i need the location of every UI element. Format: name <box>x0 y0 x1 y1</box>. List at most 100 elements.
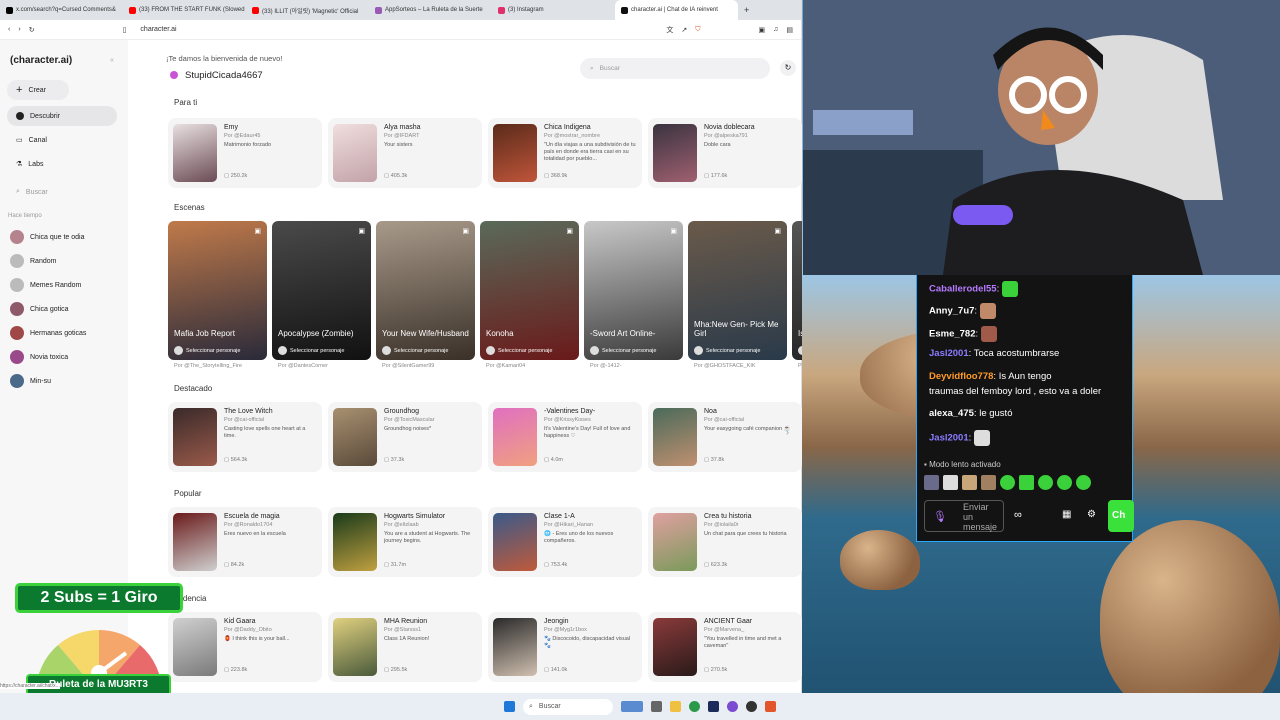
character-card[interactable]: -Valentines Day- Por @KrissyKisses It's Va… <box>488 402 642 472</box>
channel-points-icon[interactable]: ∞ <box>1014 509 1022 521</box>
chrome-icon[interactable] <box>689 701 700 712</box>
obs-icon[interactable] <box>746 701 757 712</box>
browser-tab[interactable]: (3) Instagram <box>492 0 615 20</box>
sidebar-item-channel[interactable]: ▭ Canal <box>7 130 117 150</box>
character-card[interactable]: ANCIENT Gaar Por @Marvena_ "You travelled … <box>648 612 802 682</box>
taskbar-search[interactable]: ⌕ Buscar <box>523 698 613 715</box>
chat-username[interactable]: Anny_7u7 <box>929 306 974 317</box>
photoshop-icon[interactable] <box>708 701 719 712</box>
character-card[interactable]: Emy Por @Edaur45 Matrimonio forzado ▢ 250.2… <box>168 118 322 188</box>
character-card[interactable]: Escuela de magia Por @Ronaldo1704 Eres nue… <box>168 507 322 577</box>
file-explorer-icon[interactable] <box>670 701 681 712</box>
emote-icon[interactable] <box>981 475 996 490</box>
emote-bar[interactable] <box>924 475 1091 490</box>
select-character-button[interactable]: Seleccionar personaje <box>174 346 240 355</box>
chat-username[interactable]: Deyvidfloo778 <box>929 371 993 382</box>
settings-icon[interactable]: ⚙ <box>1087 509 1096 520</box>
select-character-button[interactable]: Seleccionar personaje <box>798 346 802 355</box>
character-card[interactable]: Groundhog Por @ToxicMascular Groundhog noi… <box>328 402 482 472</box>
sidebar-search[interactable]: ⌕ Buscar <box>7 182 117 202</box>
store-icon[interactable]: ▦ <box>1062 509 1071 520</box>
url-input[interactable]: character.ai <box>134 23 658 37</box>
chat-username[interactable]: alexa_475 <box>929 408 974 419</box>
forward-icon[interactable]: › <box>18 26 20 33</box>
chat-username[interactable]: Jasl2001 <box>929 348 969 359</box>
search-input[interactable]: ⌕ Buscar <box>580 58 770 79</box>
character-card[interactable]: Clase 1-A Por @Hikari_Hanan 🌐 - Eres uno d… <box>488 507 642 577</box>
browser-tab[interactable]: (33) ILLIT (아일릿) 'Magnetic' Official <box>246 0 369 20</box>
sidebar-recent-item[interactable]: Novia toxica <box>10 350 68 364</box>
microphone-icon[interactable]: 🎙 <box>933 510 947 523</box>
scene-card[interactable]: ▣ Konoha Seleccionar personaje <box>480 221 579 360</box>
user-avatar[interactable] <box>170 71 178 79</box>
character-card[interactable]: Jeongin Por @Myg1r1box 🐾 Discocoido, disca… <box>488 612 642 682</box>
back-icon[interactable]: ‹ <box>8 26 10 33</box>
character-card[interactable]: Alya masha Por @IFDART Your sisters ▢ 405.3… <box>328 118 482 188</box>
select-character-button[interactable]: Seleccionar personaje <box>278 346 344 355</box>
media-icon[interactable]: ♫ <box>773 26 778 33</box>
chat-input[interactable]: 🎙 Enviar un mensaje <box>924 500 1004 532</box>
emote-icon[interactable] <box>1057 475 1072 490</box>
browser-tab[interactable]: character.ai | Chat de IA reinvent <box>615 0 738 20</box>
browser-tab[interactable]: x.com/search?q=Cursed Comments& <box>0 0 123 20</box>
chat-send-button[interactable]: Ch <box>1108 500 1134 532</box>
sidebar-recent-item[interactable]: Min-su <box>10 374 51 388</box>
emote-icon[interactable] <box>962 475 977 490</box>
emote-icon[interactable] <box>943 475 958 490</box>
scene-card[interactable]: ▣ Apocalypse (Zombie) Seleccionar personaj… <box>272 221 371 360</box>
widgets-icon[interactable] <box>621 701 643 712</box>
chat-username[interactable]: Caballerodel55 <box>929 284 997 295</box>
browser-tab[interactable]: (33) FROM THE START FUNK (Slowed <box>123 0 246 20</box>
scene-card[interactable]: ▣ Mafia Job Report Seleccionar personaje <box>168 221 267 360</box>
reload-icon[interactable]: ↻ <box>29 26 35 34</box>
new-tab-icon[interactable]: + <box>738 5 755 15</box>
scene-card[interactable]: ▣ Your New Wife/Husband Seleccionar person… <box>376 221 475 360</box>
character-card[interactable]: Noa Por @cai-official Your easygoing café … <box>648 402 802 472</box>
character-card[interactable]: MHA Reunion Por @Starsss1 Class 1A Reunion… <box>328 612 482 682</box>
character-name: Novia doblecara <box>704 124 755 131</box>
chat-username[interactable]: Jasl2001 <box>929 433 969 444</box>
brave-icon[interactable] <box>765 701 776 712</box>
collapse-icon[interactable]: « <box>110 57 114 64</box>
emote-icon[interactable] <box>1000 475 1015 490</box>
character-card[interactable]: Hogwarts Simulator Por @eltzlaab You are a… <box>328 507 482 577</box>
character-card[interactable]: Novia doblecara Por @alpeska791 Doble cara… <box>648 118 802 188</box>
emote-icon[interactable] <box>1076 475 1091 490</box>
discord-icon[interactable] <box>727 701 738 712</box>
chat-username[interactable]: Esme_782 <box>929 329 975 340</box>
bookmark-icon[interactable]: ▯ <box>123 26 127 34</box>
sidebar-item-labs[interactable]: ⚗ Labs <box>7 154 117 174</box>
character-card[interactable]: The Love Witch Por @cai-official Casting l… <box>168 402 322 472</box>
select-character-button[interactable]: Seleccionar personaje <box>382 346 448 355</box>
select-character-button[interactable]: Seleccionar personaje <box>590 346 656 355</box>
refresh-icon[interactable]: ↻ <box>780 60 796 76</box>
emote-icon[interactable] <box>1019 475 1034 490</box>
scene-card[interactable]: ▣ Mha:New Gen- Pick Me Girl Seleccionar pe… <box>688 221 787 360</box>
select-character-button[interactable]: Seleccionar personaje <box>486 346 552 355</box>
scene-card[interactable]: ▣ -Sword Art Online- Seleccionar personaje <box>584 221 683 360</box>
sidebar-recent-item[interactable]: Chica que te odia <box>10 230 84 244</box>
create-button[interactable]: + Crear <box>7 80 69 100</box>
translate-icon[interactable]: 文 <box>666 25 673 35</box>
app-logo[interactable]: (character.ai) <box>10 55 72 66</box>
sidebar-item-discover[interactable]: Descubrir <box>7 106 117 126</box>
share-icon[interactable]: ↗ <box>681 26 687 34</box>
character-card[interactable]: Kid Gaara Por @Daddy_Obito 🏮 I think this … <box>168 612 322 682</box>
windows-start-icon[interactable] <box>504 701 515 712</box>
sidebar-recent-item[interactable]: Random <box>10 254 56 268</box>
task-view-icon[interactable] <box>651 701 662 712</box>
character-card[interactable]: Crea tu historia Por @iolaila0r Un chat pa… <box>648 507 802 577</box>
carousel-next-icon[interactable]: › <box>786 427 789 437</box>
sidebar-toggle-icon[interactable]: ▤ <box>786 26 793 34</box>
emote-icon[interactable] <box>1038 475 1053 490</box>
scene-card[interactable]: ▣Is OSeleccionar personaje <box>792 221 802 360</box>
brave-shield-icon[interactable]: ⛉ <box>695 26 700 34</box>
emote-icon[interactable] <box>924 475 939 490</box>
extension-icon[interactable]: ▣ <box>759 26 766 34</box>
select-character-button[interactable]: Seleccionar personaje <box>694 346 760 355</box>
sidebar-recent-item[interactable]: Chica gotica <box>10 302 69 316</box>
browser-tab[interactable]: AppSorteos – La Ruleta de la Suerte <box>369 0 492 20</box>
character-card[interactable]: Chica Indigena Por @mostrar_nombre "Un día… <box>488 118 642 188</box>
sidebar-recent-item[interactable]: Memes Random <box>10 278 81 292</box>
sidebar-recent-item[interactable]: Hermanas goticas <box>10 326 86 340</box>
